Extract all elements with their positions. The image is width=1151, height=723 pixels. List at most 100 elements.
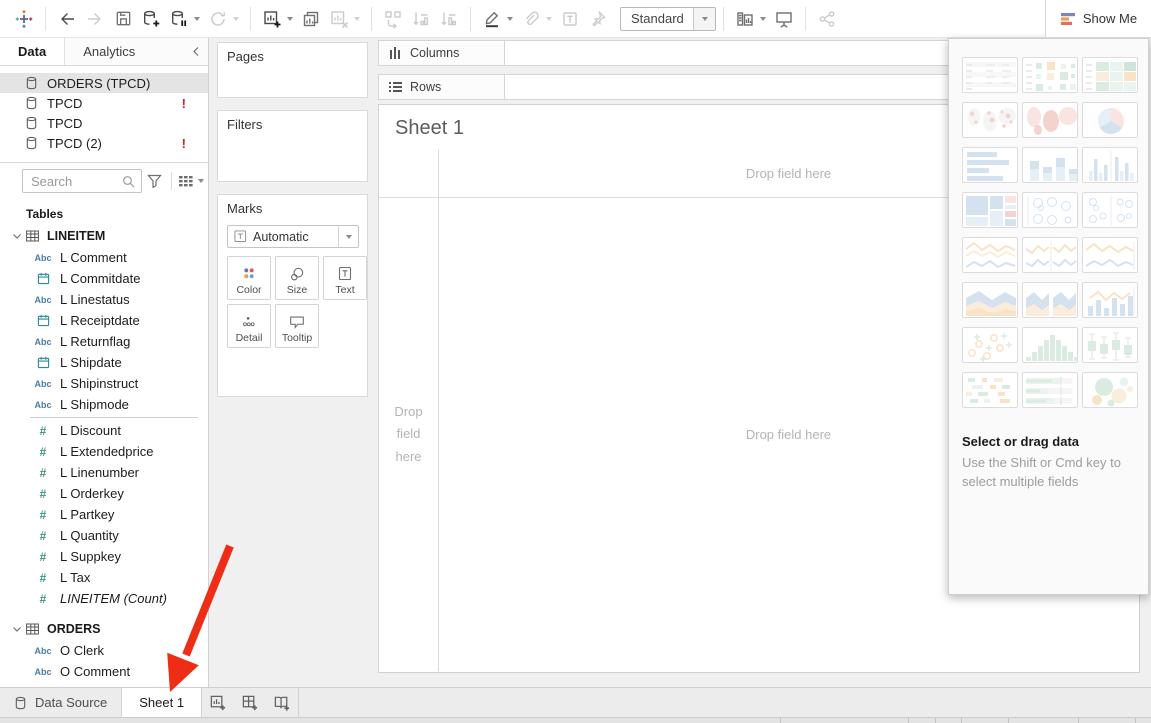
field-item[interactable]: #L Suppkey: [0, 546, 208, 567]
showme-lines-discrete-thumbnail[interactable]: [1022, 237, 1078, 273]
showme-packed-bubbles-thumbnail[interactable]: [1082, 372, 1138, 408]
size-button[interactable]: Size: [275, 256, 319, 300]
search-input[interactable]: Search: [22, 169, 142, 193]
view-data-pane-button[interactable]: [176, 175, 197, 188]
field-item[interactable]: L Commitdate: [0, 268, 208, 289]
data-source-item[interactable]: TPCD!: [0, 93, 208, 113]
view-data-pane-caret[interactable]: [198, 179, 204, 183]
fit-selector[interactable]: Standard: [620, 7, 716, 31]
fit-selector-caret[interactable]: [693, 8, 715, 30]
data-source-item[interactable]: TPCD (2)!: [0, 133, 208, 153]
mark-type-caret[interactable]: [338, 226, 358, 247]
new-story-button[interactable]: [266, 688, 298, 717]
field-item[interactable]: AbcL Comment: [0, 247, 208, 268]
tooltip-button[interactable]: Tooltip: [275, 304, 319, 348]
data-source-tab[interactable]: Data Source: [0, 688, 122, 717]
field-item[interactable]: L Shipdate: [0, 352, 208, 373]
field-item[interactable]: #L Linenumber: [0, 462, 208, 483]
mark-type-dropdown[interactable]: Automatic: [227, 225, 359, 248]
show-me-button[interactable]: Show Me: [1045, 0, 1151, 38]
field-item[interactable]: AbcL Linestatus: [0, 289, 208, 310]
clear-sheet-button[interactable]: [325, 5, 353, 33]
filter-fields-button[interactable]: [142, 174, 167, 188]
undo-button[interactable]: [53, 5, 81, 33]
sort-descending-button[interactable]: [435, 5, 463, 33]
field-item[interactable]: #L Discount: [0, 420, 208, 441]
showme-horizontal-bars-thumbnail[interactable]: [962, 147, 1018, 183]
field-item[interactable]: #L Tax: [0, 567, 208, 588]
field-item[interactable]: L Receiptdate: [0, 310, 208, 331]
field-item[interactable]: #L Quantity: [0, 525, 208, 546]
showme-side-by-side-circles-thumbnail[interactable]: [1082, 192, 1138, 228]
group-members-button[interactable]: [517, 5, 545, 33]
show-hide-cards-caret[interactable]: [760, 17, 766, 21]
filters-shelf[interactable]: Filters: [217, 110, 368, 182]
showme-area-discrete-thumbnail[interactable]: [1022, 282, 1078, 318]
showme-stacked-bars-thumbnail[interactable]: [1022, 147, 1078, 183]
swap-rows-columns-button[interactable]: [379, 5, 407, 33]
new-worksheet-button[interactable]: [258, 5, 286, 33]
field-item[interactable]: AbcL Shipmode: [0, 394, 208, 415]
highlight-caret[interactable]: [507, 17, 513, 21]
showme-bullet-graph-thumbnail[interactable]: [1022, 372, 1078, 408]
tab-data[interactable]: Data: [0, 38, 65, 65]
sheet-1-tab[interactable]: Sheet 1: [122, 688, 202, 717]
showme-box-and-whisker-thumbnail[interactable]: [1082, 327, 1138, 363]
field-item[interactable]: #L Orderkey: [0, 483, 208, 504]
run-auto-updates-caret[interactable]: [233, 17, 239, 21]
sort-ascending-button[interactable]: [407, 5, 435, 33]
field-item[interactable]: AbcL Returnflag: [0, 331, 208, 352]
field-item[interactable]: AbcL Shipinstruct: [0, 373, 208, 394]
pages-shelf[interactable]: Pages: [217, 42, 368, 98]
showme-gantt-thumbnail[interactable]: [962, 372, 1018, 408]
run-auto-updates-button[interactable]: [204, 5, 232, 33]
data-source-item[interactable]: TPCD: [0, 113, 208, 133]
color-button[interactable]: Color: [227, 256, 271, 300]
save-button[interactable]: [109, 5, 137, 33]
show-mark-labels-button[interactable]: [556, 5, 584, 33]
showme-area-continuous-thumbnail[interactable]: [962, 282, 1018, 318]
presentation-mode-button[interactable]: [770, 5, 798, 33]
showme-heat-map-thumbnail[interactable]: [1022, 57, 1078, 93]
duplicate-sheet-button[interactable]: [297, 5, 325, 33]
fix-axes-button[interactable]: [584, 5, 612, 33]
showme-lines-continuous-thumbnail[interactable]: [962, 237, 1018, 273]
new-dashboard-button[interactable]: [234, 688, 266, 717]
field-item[interactable]: AbcO Comment: [0, 661, 208, 682]
showme-dual-lines-thumbnail[interactable]: [1082, 237, 1138, 273]
table-header[interactable]: ORDERS: [0, 618, 208, 640]
field-item[interactable]: #L Extendedprice: [0, 441, 208, 462]
showme-side-by-side-bars-thumbnail[interactable]: [1082, 147, 1138, 183]
drop-zone-rows[interactable]: Drop field here: [379, 197, 438, 672]
share-button[interactable]: [813, 5, 841, 33]
redo-button[interactable]: [81, 5, 109, 33]
showme-symbol-map-thumbnail[interactable]: [962, 102, 1018, 138]
showme-pie-chart-thumbnail[interactable]: [1082, 102, 1138, 138]
showme-circle-views-thumbnail[interactable]: [1022, 192, 1078, 228]
new-worksheet-caret[interactable]: [287, 17, 293, 21]
showme-scatter-plot-thumbnail[interactable]: [962, 327, 1018, 363]
showme-highlight-table-thumbnail[interactable]: [1082, 57, 1138, 93]
pause-auto-updates-button[interactable]: [165, 5, 193, 33]
show-hide-cards-button[interactable]: [731, 5, 759, 33]
tab-analytics[interactable]: Analytics: [65, 38, 153, 65]
table-header[interactable]: LINEITEM: [0, 225, 208, 247]
data-source-item[interactable]: ORDERS (TPCD): [0, 73, 208, 93]
detail-button[interactable]: Detail: [227, 304, 271, 348]
showme-histogram-thumbnail[interactable]: [1022, 327, 1078, 363]
text-button[interactable]: Text: [323, 256, 367, 300]
collapse-pane-button[interactable]: [184, 38, 208, 65]
new-worksheet-tab-button[interactable]: [202, 688, 234, 717]
field-item[interactable]: #L Partkey: [0, 504, 208, 525]
clear-sheet-caret[interactable]: [354, 17, 360, 21]
new-data-source-button[interactable]: [137, 5, 165, 33]
highlight-button[interactable]: [478, 5, 506, 33]
showme-dual-combination-thumbnail[interactable]: [1082, 282, 1138, 318]
showme-text-table-thumbnail[interactable]: [962, 57, 1018, 93]
field-item[interactable]: AbcO Clerk: [0, 640, 208, 661]
field-item[interactable]: #LINEITEM (Count): [0, 588, 208, 609]
showme-filled-map-thumbnail[interactable]: [1022, 102, 1078, 138]
pause-auto-updates-caret[interactable]: [194, 17, 200, 21]
group-members-caret[interactable]: [546, 17, 552, 21]
showme-treemap-thumbnail[interactable]: [962, 192, 1018, 228]
